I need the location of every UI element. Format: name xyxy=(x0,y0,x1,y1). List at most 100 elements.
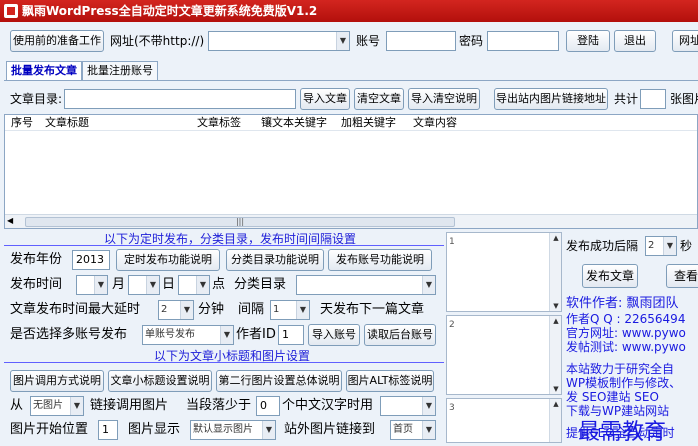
paragraph-image-help-button[interactable]: 第二行图片设置总体说明 xyxy=(216,370,342,392)
vertical-scrollbar[interactable]: ▲ ▼ xyxy=(549,233,561,311)
external-link-label: 站外图片链接到 xyxy=(284,422,376,437)
publish-articles-button[interactable]: 发布文章 xyxy=(582,264,638,288)
panel-number: 1 xyxy=(449,237,455,247)
column-header[interactable]: 加粗关键字 xyxy=(341,116,396,130)
max-delay-select[interactable]: 2 ▼ xyxy=(158,300,194,320)
category-help-button[interactable]: 分类目录功能说明 xyxy=(226,249,324,271)
account-label: 账号 xyxy=(356,34,381,48)
url-select[interactable]: ▼ xyxy=(208,31,350,51)
site-button[interactable]: 网址 xyxy=(672,30,698,52)
total-label: 共计 xyxy=(614,92,639,106)
panel-number: 3 xyxy=(449,403,455,413)
column-header[interactable]: 文章标签 xyxy=(197,116,241,130)
chars-select[interactable]: ▼ xyxy=(380,396,436,416)
account-help-button[interactable]: 发布账号功能说明 xyxy=(328,249,432,271)
chevron-down-icon: ▼ xyxy=(180,301,193,319)
image-display-label: 图片显示 xyxy=(128,422,181,437)
image-start-input[interactable]: 1 xyxy=(98,420,118,440)
export-image-links-button[interactable]: 导出站内图片链接地址 xyxy=(494,88,608,110)
password-input[interactable] xyxy=(487,31,559,51)
account-input[interactable] xyxy=(386,31,456,51)
multi-account-select[interactable]: 单账号发布 ▼ xyxy=(142,325,234,345)
window-title: 飘雨WordPress全自动定时文章更新系统免费版V1.2 xyxy=(22,4,318,18)
paragraph-count-input[interactable]: 0 xyxy=(256,396,280,416)
from-select[interactable]: 无图片 ▼ xyxy=(30,396,84,416)
chevron-down-icon: ▼ xyxy=(146,276,159,294)
category-label: 分类目录 xyxy=(234,277,287,292)
list-header: 序号 文章标题 文章标签 镶文本关键字 加粗关键字 文章内容 xyxy=(5,115,697,131)
chevron-down-icon: ▼ xyxy=(196,276,209,294)
view-button[interactable]: 查看 xyxy=(666,264,698,288)
paragraph-less-label: 当段落少于 xyxy=(186,398,252,413)
max-delay-label: 文章发布时间最大延时 xyxy=(10,302,141,317)
column-header[interactable]: 文章内容 xyxy=(413,116,457,130)
month-select[interactable]: ▼ xyxy=(76,275,108,295)
article-dir-input[interactable] xyxy=(64,89,296,109)
year-label: 发布年份 xyxy=(10,252,63,267)
scroll-up-icon[interactable]: ▲ xyxy=(551,317,561,325)
panel-number: 2 xyxy=(449,320,455,330)
read-account-button[interactable]: 读取后台账号 xyxy=(364,324,436,346)
import-account-button[interactable]: 导入账号 xyxy=(308,324,360,346)
publish-interval-label: 发布成功后隔 xyxy=(566,239,639,253)
images-section-title: 以下为文章小标题和图片设置 xyxy=(154,349,311,363)
chevron-down-icon: ▼ xyxy=(70,397,83,415)
section-divider xyxy=(4,362,444,363)
publish-interval-select[interactable]: 2 ▼ xyxy=(645,236,677,256)
subtitle-help-button[interactable]: 文章小标题设置说明 xyxy=(108,370,212,392)
log-panel-2[interactable]: 2 ▲ ▼ xyxy=(446,315,562,395)
prep-work-button[interactable]: 使用前的准备工作 xyxy=(10,30,104,52)
hour-label: 点 xyxy=(212,277,226,292)
external-link-select[interactable]: 首页 ▼ xyxy=(390,420,436,440)
logout-button[interactable]: 退出 xyxy=(614,30,656,52)
column-header[interactable]: 序号 xyxy=(11,116,33,130)
import-articles-button[interactable]: 导入文章 xyxy=(300,88,350,110)
login-button[interactable]: 登陆 xyxy=(566,30,610,52)
column-header[interactable]: 文章标题 xyxy=(45,116,89,130)
time-label: 发布时间 xyxy=(10,277,63,292)
vertical-scrollbar[interactable]: ▲ xyxy=(549,399,561,442)
chevron-down-icon: ▼ xyxy=(663,237,676,255)
clear-articles-button[interactable]: 清空文章 xyxy=(354,88,404,110)
tab-divider xyxy=(4,80,698,81)
hour-select[interactable]: ▼ xyxy=(178,275,210,295)
author-id-input[interactable]: 1 xyxy=(278,325,304,345)
next-article-label: 天发布下一篇文章 xyxy=(320,302,425,317)
horizontal-scrollbar[interactable]: ◀ ||| xyxy=(5,214,697,228)
chevron-down-icon: ▼ xyxy=(296,301,309,319)
image-display-select[interactable]: 默认显示图片 ▼ xyxy=(190,420,276,440)
scroll-down-icon[interactable]: ▼ xyxy=(551,302,561,310)
month-label: 月 xyxy=(112,277,126,292)
link-call-label: 链接调用图片 xyxy=(90,398,169,413)
app-icon xyxy=(4,4,18,18)
author-info: 软件作者: 飘雨团队 xyxy=(566,296,679,311)
day-select[interactable]: ▼ xyxy=(128,275,160,295)
interval-select[interactable]: 1 ▼ xyxy=(270,300,310,320)
chevron-down-icon: ▼ xyxy=(262,421,275,439)
chevron-down-icon: ▼ xyxy=(336,32,349,50)
tab-batch-register[interactable]: 批量注册账号 xyxy=(82,61,158,80)
scroll-down-icon[interactable]: ▼ xyxy=(551,385,561,393)
scroll-left-icon[interactable]: ◀ xyxy=(7,216,13,225)
import-clear-help-button[interactable]: 导入清空说明 xyxy=(408,88,480,110)
vertical-scrollbar[interactable]: ▲ ▼ xyxy=(549,316,561,394)
scroll-up-icon[interactable]: ▲ xyxy=(551,234,561,242)
image-call-help-button[interactable]: 图片调用方式说明 xyxy=(10,370,104,392)
day-label: 日 xyxy=(162,277,176,292)
author-id-label: 作者ID xyxy=(236,327,276,342)
scroll-thumb[interactable]: ||| xyxy=(25,217,455,227)
column-header[interactable]: 镶文本关键字 xyxy=(261,116,327,130)
test-site-info: 发帖测试: www.pywo xyxy=(566,340,686,354)
scroll-up-icon[interactable]: ▲ xyxy=(551,400,561,408)
timer-help-button[interactable]: 定时发布功能说明 xyxy=(116,249,220,271)
chevron-down-icon: ▼ xyxy=(220,326,233,344)
log-panel-1[interactable]: 1 ▲ ▼ xyxy=(446,232,562,312)
year-input[interactable]: 2013 xyxy=(72,250,110,270)
from-label: 从 xyxy=(10,398,24,413)
article-list[interactable]: 序号 文章标题 文章标签 镶文本关键字 加粗关键字 文章内容 ◀ ||| xyxy=(4,114,698,229)
alt-tag-help-button[interactable]: 图片ALT标签说明 xyxy=(346,370,434,392)
total-count-field xyxy=(640,89,666,109)
category-select[interactable]: ▼ xyxy=(296,275,436,295)
log-panel-3[interactable]: 3 ▲ xyxy=(446,398,562,443)
tab-batch-publish[interactable]: 批量发布文章 xyxy=(6,61,82,80)
